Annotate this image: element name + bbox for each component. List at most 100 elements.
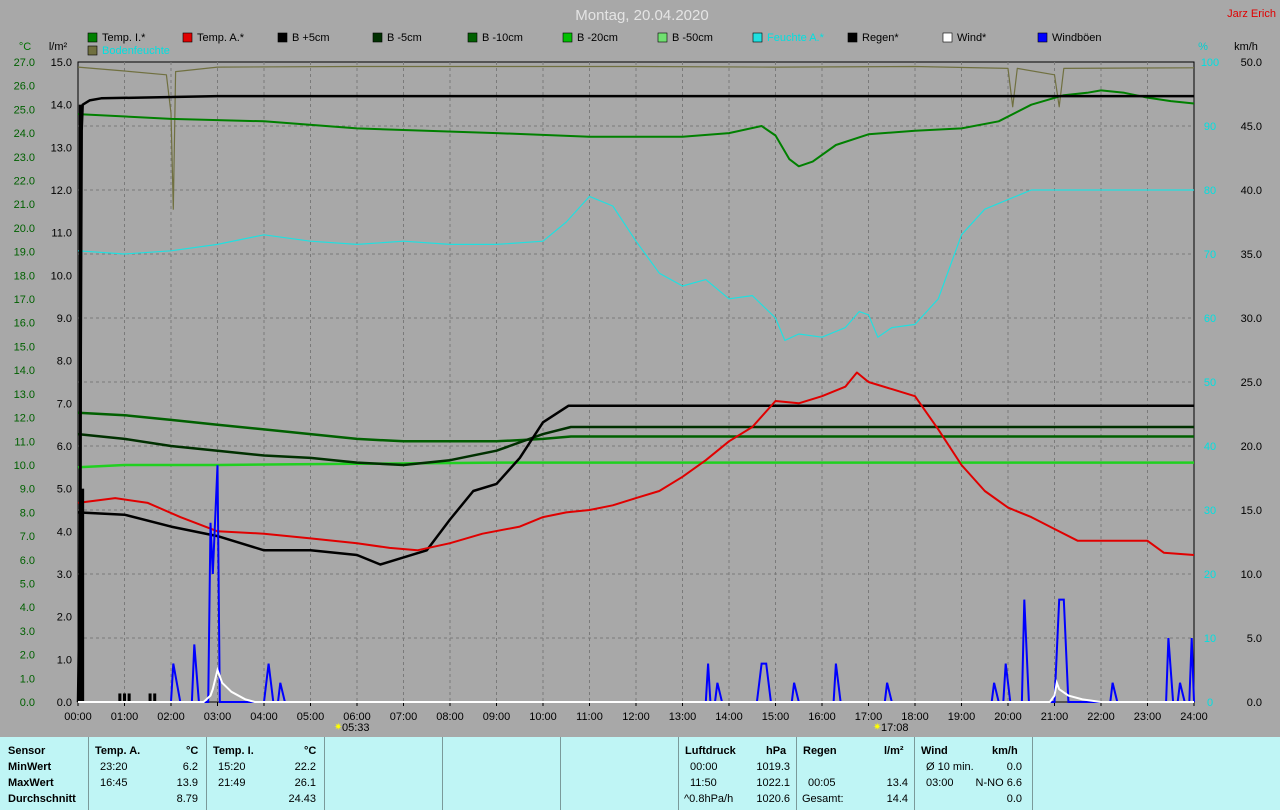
wind-tick-label: 30.0	[1241, 313, 1262, 325]
stats-header-celsius-2: °C	[304, 745, 317, 757]
legend-label: Regen*	[862, 32, 899, 44]
sunrise-time: 05:33	[342, 722, 370, 734]
humidity-tick-label: 90	[1204, 121, 1216, 133]
rain-tick-label: 4.0	[57, 526, 72, 538]
stats-header-lm2: l/m²	[884, 745, 904, 757]
legend-swatch	[562, 32, 573, 43]
rain-tick-label: 6.0	[57, 441, 72, 453]
rain-total-label: Gesamt:	[802, 793, 844, 805]
rain-bar	[81, 488, 85, 702]
temp-tick-label: 8.0	[20, 507, 35, 519]
left-axes: 27.0 26.0 25.0 24.0 23.0 22.0 21.0 20.0 19.0 18.0…	[14, 57, 72, 709]
stats-header-sensor: Sensor	[8, 745, 46, 757]
legend-swatch	[847, 32, 858, 43]
temp-i-min-val: 22.2	[294, 761, 316, 773]
temp-a-avg: 8.79	[176, 793, 198, 805]
time-tick-label: 00:00	[64, 711, 92, 723]
time-tick-label: 16:00	[808, 711, 836, 723]
divider	[914, 737, 915, 810]
wind-tick-label: 45.0	[1241, 121, 1262, 133]
temp-tick-label: 24.0	[14, 128, 35, 140]
time-tick-label: 10:00	[529, 711, 557, 723]
rain-bar	[153, 693, 157, 702]
temp-tick-label: 6.0	[20, 555, 35, 567]
chart-title: Montag, 20.04.2020	[575, 7, 708, 24]
legend-label: B -50cm	[672, 32, 713, 44]
pressure-avg: 1020.6	[756, 793, 790, 805]
wind-tick-label: 15.0	[1241, 505, 1262, 517]
temp-i-min-time: 15:20	[218, 761, 246, 773]
divider	[88, 737, 89, 810]
rain-tick-label: 8.0	[57, 356, 72, 368]
unit-humidity: %	[1198, 41, 1208, 53]
rain-bar	[127, 693, 131, 702]
temp-tick-label: 12.0	[14, 413, 35, 425]
temp-tick-label: 1.0	[20, 673, 35, 685]
wind-tick-label: 5.0	[1247, 633, 1262, 645]
temp-tick-label: 7.0	[20, 531, 35, 543]
humidity-tick-label: 40	[1204, 441, 1216, 453]
time-tick-label: 20:00	[994, 711, 1022, 723]
legend-swatch	[1037, 32, 1048, 43]
legend-swatch	[182, 32, 193, 43]
stats-label-max: MaxWert	[8, 777, 54, 789]
rain-tick-label: 0.0	[57, 697, 72, 709]
temp-a-min-time: 23:20	[100, 761, 128, 773]
wind-tick-label: 50.0	[1241, 57, 1262, 69]
legend-label: B -20cm	[577, 32, 618, 44]
temp-tick-label: 22.0	[14, 176, 35, 188]
temp-tick-label: 21.0	[14, 199, 35, 211]
legend-label: B +5cm	[292, 32, 330, 44]
wind-third-val: 0.0	[1006, 793, 1022, 805]
rain-time: 00:05	[808, 777, 836, 789]
legend-label: Temp. I.*	[102, 32, 146, 44]
temp-tick-label: 0.0	[20, 697, 35, 709]
wind-tick-label: 40.0	[1241, 185, 1262, 197]
legend-swatch	[657, 32, 668, 43]
temp-a-max-val: 13.9	[176, 777, 198, 789]
temp-a-min-val: 6.2	[182, 761, 198, 773]
legend-swatch	[372, 32, 383, 43]
pressure-max-time: 11:50	[690, 777, 717, 789]
unit-celsius: °C	[19, 41, 31, 53]
rain-tick-label: 1.0	[57, 654, 72, 666]
time-tick-label: 23:00	[1134, 711, 1162, 723]
humidity-tick-label: 0	[1207, 697, 1213, 709]
time-tick-label: 11:00	[576, 711, 603, 723]
temp-tick-label: 14.0	[14, 365, 35, 377]
wind-tick-label: 20.0	[1241, 441, 1262, 453]
right-axes: 100908070605040302010050.045.040.035.030…	[1201, 57, 1262, 709]
temp-tick-label: 20.0	[14, 223, 35, 235]
temp-tick-label: 4.0	[20, 602, 35, 614]
legend-label: B -10cm	[482, 32, 523, 44]
time-tick-label: 07:00	[390, 711, 418, 723]
rain-val: 13.4	[886, 777, 908, 789]
humidity-tick-label: 10	[1204, 633, 1216, 645]
legend-swatch	[277, 32, 288, 43]
rain-tick-label: 13.0	[51, 142, 72, 154]
sun-markers: ✷ 05:33 ✷ 17:08	[334, 722, 909, 734]
temp-tick-label: 26.0	[14, 81, 35, 93]
pressure-min-val: 1019.3	[756, 761, 790, 773]
legend-swatch	[87, 32, 98, 43]
legend-swatch	[467, 32, 478, 43]
wind-avg-val: 0.0	[1006, 761, 1022, 773]
stats-header-celsius: °C	[186, 745, 199, 757]
rain-tick-label: 3.0	[57, 569, 72, 581]
humidity-tick-label: 30	[1204, 505, 1216, 517]
wind-tick-label: 0.0	[1247, 697, 1262, 709]
rain-tick-label: 2.0	[57, 612, 72, 624]
time-tick-label: 03:00	[204, 711, 232, 723]
divider	[1032, 737, 1033, 810]
temp-tick-label: 19.0	[14, 247, 35, 259]
temp-a-max-time: 16:45	[100, 777, 128, 789]
rain-total: 14.4	[886, 793, 908, 805]
unit-wind: km/h	[1234, 41, 1258, 53]
humidity-tick-label: 100	[1201, 57, 1219, 69]
temp-tick-label: 15.0	[14, 341, 35, 353]
divider	[442, 737, 443, 810]
time-tick-label: 01:00	[111, 711, 139, 723]
temp-tick-label: 17.0	[14, 294, 35, 306]
time-tick-label: 19:00	[948, 711, 976, 723]
wind-avg-label: Ø 10 min.	[926, 761, 974, 773]
